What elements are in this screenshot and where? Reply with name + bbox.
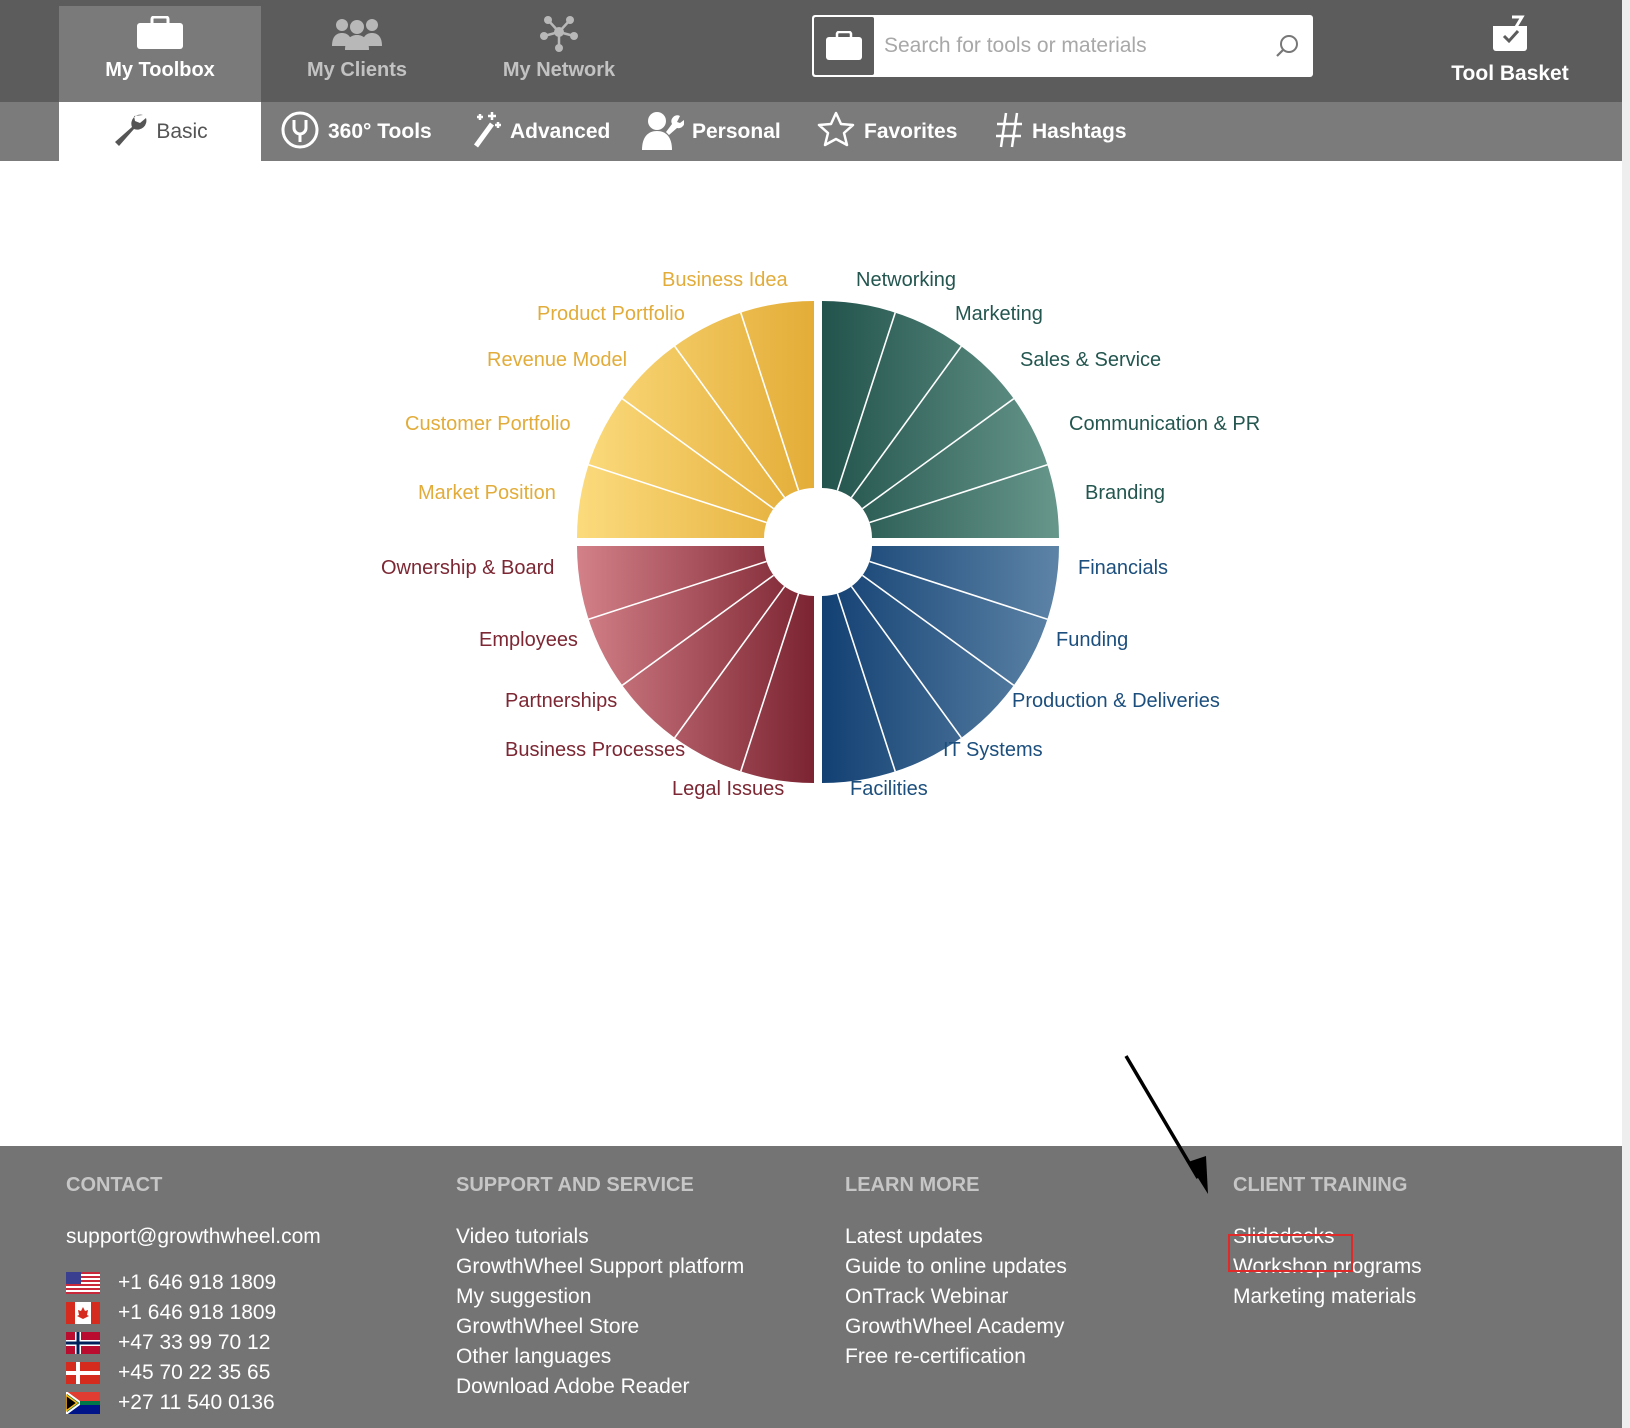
wheel-quadrant-yellow[interactable] [577, 301, 814, 538]
footer-link[interactable]: GrowthWheel Academy [845, 1312, 1067, 1342]
denmark-flag-icon [66, 1362, 118, 1384]
phone-number[interactable]: +47 33 99 70 12 [118, 1328, 270, 1358]
footer-client-training: CLIENT TRAINING Slidedecks Workshop progr… [1228, 1174, 1422, 1312]
wheel-label[interactable]: Business Idea [662, 268, 788, 292]
footer-support: SUPPORT AND SERVICE Video tutorials Growt… [456, 1174, 744, 1402]
wheel-label[interactable]: Customer Portfolio [405, 412, 571, 436]
footer-link[interactable]: Slidedecks [1233, 1222, 1422, 1252]
wheel-label[interactable]: Market Position [418, 481, 556, 505]
wheel-label[interactable]: Product Portfolio [537, 302, 685, 326]
footer-link[interactable]: Marketing materials [1233, 1282, 1422, 1312]
footer-heading: CLIENT TRAINING [1233, 1174, 1408, 1196]
footer-learn-more: LEARN MORE Latest updates Guide to online… [845, 1174, 1067, 1372]
phone-row: +47 33 99 70 12 [66, 1328, 321, 1358]
phone-row: +45 70 22 35 65 [66, 1358, 321, 1388]
footer-link[interactable]: Other languages [456, 1342, 744, 1372]
us-flag-icon [66, 1272, 118, 1294]
footer-link[interactable]: Guide to online updates [845, 1252, 1067, 1282]
canada-flag-icon [66, 1302, 118, 1324]
footer-heading: SUPPORT AND SERVICE [456, 1174, 694, 1196]
footer-heading: LEARN MORE [845, 1174, 980, 1196]
wheel-label[interactable]: Partnerships [505, 689, 617, 713]
phone-number[interactable]: +1 646 918 1809 [118, 1298, 276, 1328]
wheel-label[interactable]: Marketing [955, 302, 1043, 326]
footer-link[interactable]: GrowthWheel Support platform [456, 1252, 744, 1282]
footer-link[interactable]: OnTrack Webinar [845, 1282, 1067, 1312]
footer-link[interactable]: Latest updates [845, 1222, 1067, 1252]
south-africa-flag-icon [66, 1392, 118, 1414]
phone-number[interactable]: +45 70 22 35 65 [118, 1358, 270, 1388]
phone-row: +1 646 918 1809 [66, 1268, 321, 1298]
growthwheel: Business Idea Product Portfolio Revenue Mo… [0, 0, 1630, 1150]
growthwheel-chart [577, 301, 1059, 783]
phone-row: +27 11 540 0136 [66, 1388, 321, 1418]
wheel-label[interactable]: Facilities [850, 777, 928, 801]
footer: CONTACT support@growthwheel.com +1 646 9… [0, 1146, 1622, 1428]
wheel-quadrant-teal[interactable] [822, 301, 1059, 538]
phone-row: +1 646 918 1809 [66, 1298, 321, 1328]
wheel-label[interactable]: Production & Deliveries [1012, 689, 1220, 713]
footer-contact: CONTACT support@growthwheel.com +1 646 9… [66, 1174, 321, 1418]
wheel-label[interactable]: Communication & PR [1069, 412, 1260, 436]
phone-number[interactable]: +27 11 540 0136 [118, 1388, 275, 1418]
wheel-label[interactable]: Legal Issues [672, 777, 784, 801]
norway-flag-icon [66, 1332, 118, 1354]
wheel-label[interactable]: Employees [479, 628, 578, 652]
wheel-label[interactable]: Networking [856, 268, 956, 292]
wheel-label[interactable]: Ownership & Board [381, 556, 554, 580]
wheel-label[interactable]: IT Systems [943, 738, 1043, 762]
footer-link[interactable]: Video tutorials [456, 1222, 744, 1252]
wheel-label[interactable]: Funding [1056, 628, 1128, 652]
wheel-label[interactable]: Business Processes [505, 738, 685, 762]
wheel-label[interactable]: Financials [1078, 556, 1168, 580]
footer-link[interactable]: GrowthWheel Store [456, 1312, 744, 1342]
footer-link[interactable]: My suggestion [456, 1282, 744, 1312]
wheel-label[interactable]: Revenue Model [487, 348, 627, 372]
footer-link[interactable]: Free re-certification [845, 1342, 1067, 1372]
footer-link[interactable]: Download Adobe Reader [456, 1372, 744, 1402]
phone-number[interactable]: +1 646 918 1809 [118, 1268, 276, 1298]
support-email-link[interactable]: support@growthwheel.com [66, 1222, 321, 1252]
wheel-label[interactable]: Branding [1085, 481, 1165, 505]
footer-link[interactable]: Workshop programs [1233, 1252, 1422, 1282]
scrollbar-track[interactable] [1622, 0, 1630, 1428]
annotation-arrow [1124, 1055, 1208, 1194]
footer-heading: CONTACT [66, 1174, 163, 1196]
wheel-label[interactable]: Sales & Service [1020, 348, 1161, 372]
